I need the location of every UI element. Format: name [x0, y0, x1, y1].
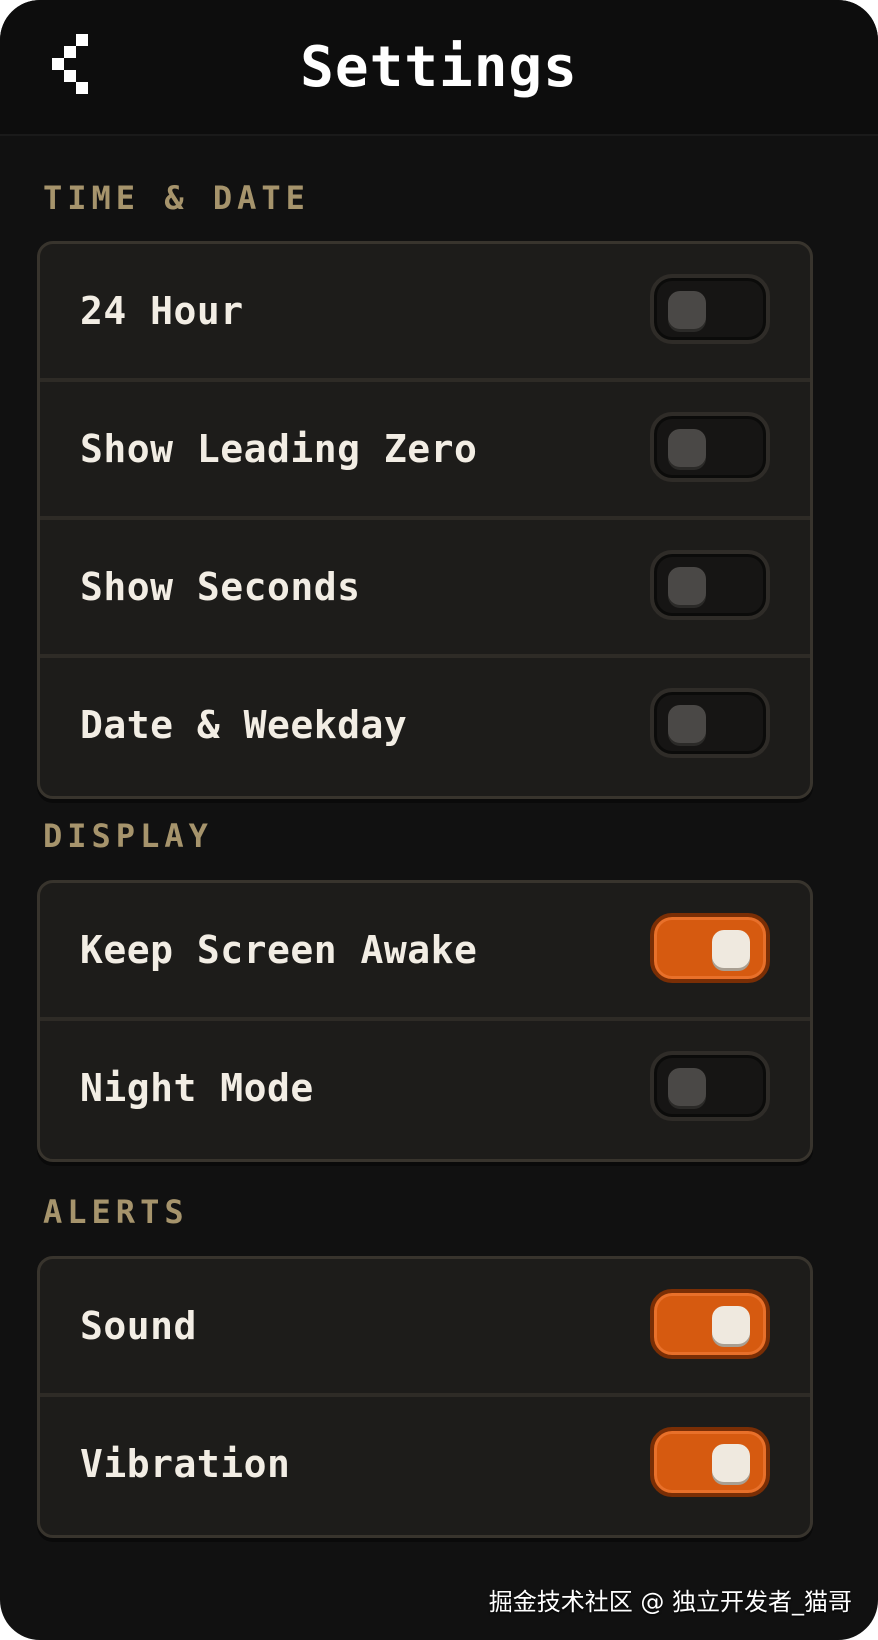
toggle-show-seconds[interactable] — [650, 550, 770, 620]
watermark-text: 掘金技术社区 @ 独立开发者_猫哥 — [488, 1588, 852, 1616]
toggle-show-leading-zero[interactable] — [650, 412, 770, 482]
header-bar: Settings — [0, 0, 878, 136]
settings-card-display: Keep Screen Awake Night Mode — [37, 880, 813, 1162]
toggle-knob — [712, 930, 750, 968]
toggle-sound[interactable] — [650, 1289, 770, 1359]
section-title-alerts: ALERTS — [43, 1193, 189, 1231]
section-title-time-date: TIME & DATE — [43, 179, 310, 217]
setting-row-night-mode[interactable]: Night Mode — [40, 1021, 810, 1159]
toggle-knob — [668, 1068, 706, 1106]
setting-row-show-seconds[interactable]: Show Seconds — [40, 520, 810, 658]
settings-card-time-date: 24 Hour Show Leading Zero Show Seconds D… — [37, 241, 813, 799]
toggle-knob — [712, 1306, 750, 1344]
setting-row-vibration[interactable]: Vibration — [40, 1397, 810, 1535]
toggle-knob — [668, 705, 706, 743]
toggle-knob — [668, 567, 706, 605]
setting-label: Sound — [80, 1304, 197, 1348]
setting-label: 24 Hour — [80, 289, 244, 333]
setting-row-sound[interactable]: Sound — [40, 1259, 810, 1397]
setting-label: Show Leading Zero — [80, 427, 478, 471]
toggle-date-weekday[interactable] — [650, 688, 770, 758]
setting-row-keep-screen-awake[interactable]: Keep Screen Awake — [40, 883, 810, 1021]
toggle-night-mode[interactable] — [650, 1051, 770, 1121]
setting-label: Show Seconds — [80, 565, 361, 609]
toggle-knob — [668, 429, 706, 467]
setting-row-date-weekday[interactable]: Date & Weekday — [40, 658, 810, 796]
setting-label: Keep Screen Awake — [80, 928, 478, 972]
toggle-keep-screen-awake[interactable] — [650, 913, 770, 983]
settings-card-alerts: Sound Vibration — [37, 1256, 813, 1538]
toggle-24-hour[interactable] — [650, 274, 770, 344]
toggle-knob — [668, 291, 706, 329]
section-title-display: DISPLAY — [43, 817, 213, 855]
page-title: Settings — [300, 35, 578, 100]
setting-label: Night Mode — [80, 1066, 314, 1110]
settings-screen: Settings TIME & DATE 24 Hour Show Leadin… — [0, 0, 878, 1640]
setting-row-24-hour[interactable]: 24 Hour — [40, 244, 810, 382]
setting-label: Vibration — [80, 1442, 291, 1486]
toggle-vibration[interactable] — [650, 1427, 770, 1497]
setting-label: Date & Weekday — [80, 703, 408, 747]
toggle-knob — [712, 1444, 750, 1482]
setting-row-show-leading-zero[interactable]: Show Leading Zero — [40, 382, 810, 520]
